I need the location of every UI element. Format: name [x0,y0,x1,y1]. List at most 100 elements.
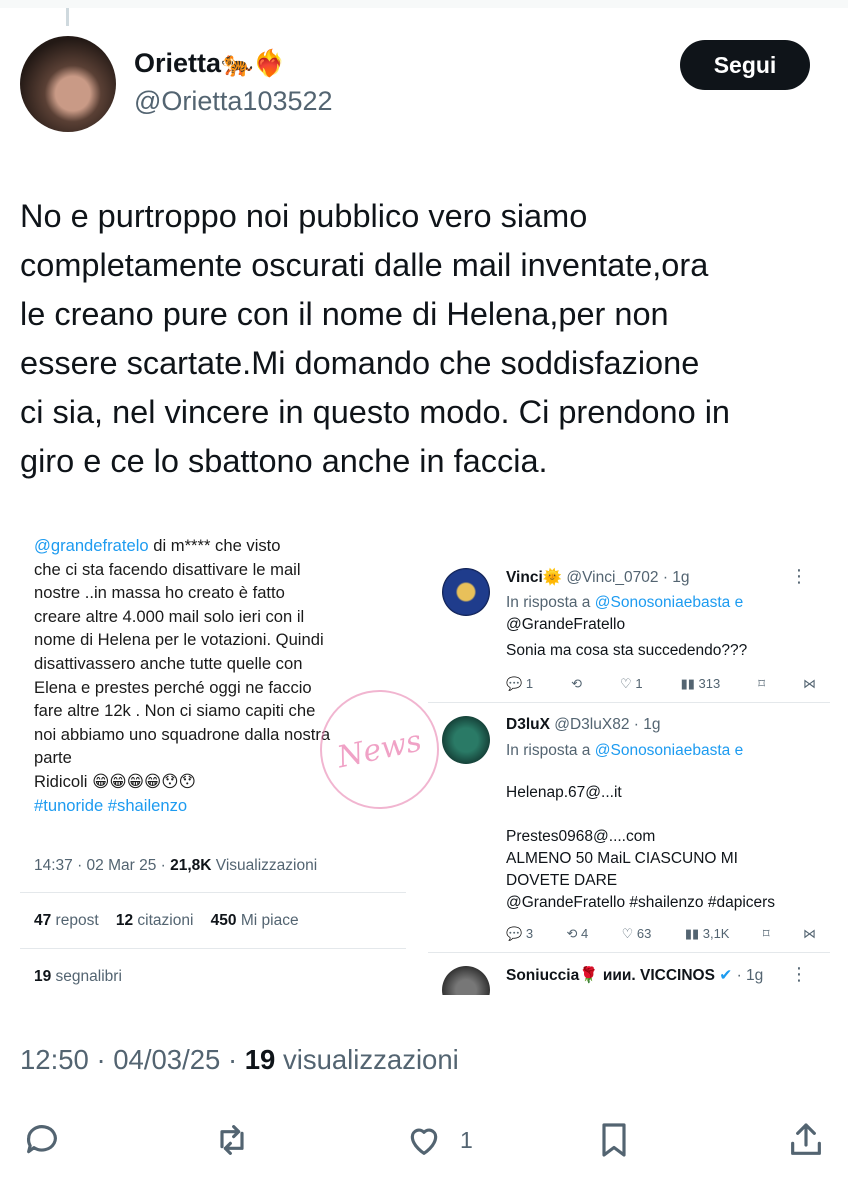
embedded-text-line: che ci sta facendo disattivare le mail [34,559,301,579]
more-icon: ⋮ [790,566,808,586]
like-icon [410,1128,438,1155]
reply-text: Sonia ma cosa sta succedendo??? [506,642,748,659]
embedded-views-label: Visualizzazioni [211,857,318,874]
repost-icon [220,1125,244,1155]
reply-icon [26,1125,57,1154]
reply-handle: · 1g [732,967,764,984]
timestamp-text: 12:50 · 04/03/25 · [20,1044,245,1075]
likes-count: 450 [210,912,237,929]
quotes-label: citazioni [133,912,194,929]
share-icon: ⋈ [803,926,816,941]
embedded-text-line: nome di Helena per le votazioni. Quindi [34,630,324,650]
author-handle[interactable]: @Orietta103522 [134,86,333,117]
tweet-line: No e purtroppo noi pubblico vero siamo [20,198,588,234]
embedded-left-meta: 14:37 · 02 Mar 25 · 21,8K Visualizzazion… [34,857,317,875]
top-strip [0,0,848,8]
follow-button[interactable]: Segui [680,40,810,90]
reply-context-mentions: @Sonosoniaebasta e [594,594,744,611]
views-count: 313 [698,676,721,691]
reply-text: DOVETE DARE [506,872,618,889]
embedded-text-line: Elena e prestes perché oggi ne faccio [34,677,312,697]
repost-button[interactable] [212,1110,252,1170]
views-count: 3,1K [702,926,730,941]
embedded-image[interactable]: @grandefratelo di m**** che visto che ci… [20,520,830,1010]
bookmark-icon: ⌑ [762,926,770,941]
reply-context: In risposta a @Sonosoniaebasta e [506,740,743,762]
reply-author-name: Soniuccia🌹 ᴎᴎᴎ. VICCINOS [506,967,715,984]
reply-author-name: D3luX [506,716,550,733]
share-icon [791,1123,821,1155]
reply-context-prefix: In risposta a [506,742,595,759]
like-button[interactable]: 1 [404,1110,473,1170]
share-icon: ⋈ [803,676,816,691]
reply-icon: 💬 3 [506,926,534,941]
author-avatar[interactable] [20,36,116,132]
views-icon: ▮▮ 313 [680,676,721,691]
verified-icon: ✔ [719,967,733,984]
divider [428,702,830,703]
like-icon: ♡ 63 [621,926,652,941]
reply-text: Helenap.67@...it [506,784,622,801]
tweet-line: essere scartate.Mi domando che soddisfaz… [20,345,700,381]
author-name-emoji: 🐅❤️‍🔥 [221,48,286,78]
embedded-text-line: creare altre 4.000 mail solo ieri con il [34,606,305,626]
embedded-mention: @grandefratelo [34,536,149,555]
tweet-line: ci sia, nel vincere in questo modo. Ci p… [20,394,730,430]
more-icon: ⋮ [790,964,808,984]
reply-author: D3luX @D3luX82 · 1g [506,716,660,734]
reply-button[interactable] [22,1110,62,1170]
watermark-text: News [334,723,425,776]
like-count: 1 [460,1126,473,1153]
author-name-text: Orietta [134,48,222,78]
embedded-text-line: nostre ..in massa ho creato è fatto [34,583,285,603]
reply-hashtags: @GrandeFratello #shailenzo #dapicers [506,894,776,911]
reply-author-name: Vinci🌞 [506,569,563,586]
reply-handle: @Vinci_0702 · 1g [562,569,690,586]
divider [20,948,406,949]
tweet-line: giro e ce lo sbattono anche in faccia. [20,443,548,479]
like-count: 63 [636,926,652,941]
embedded-left-stats: 47 repost 12 citazioni 450 Mi piace [34,912,299,930]
reply-author: Soniuccia🌹 ᴎᴎᴎ. VICCINOS ✔ · 1g [506,966,763,985]
reply-context-mentions: @Sonosoniaebasta e [594,742,744,759]
reposts-label: repost [51,912,99,929]
embedded-replies-right: Vinci🌞 @Vinci_0702 · 1g ⋮ In risposta a … [428,520,830,995]
reply-count: 3 [525,926,534,941]
reply-context-mentions: @GrandeFratello [506,616,626,633]
reply-context: In risposta a @Sonosoniaebasta e [506,592,743,614]
tweet-text: No e purtroppo noi pubblico vero siamo c… [20,192,830,486]
thread-connector [66,8,69,26]
reply-avatar [442,568,490,616]
quotes-count: 12 [115,912,134,929]
bookmark-button[interactable] [594,1110,634,1170]
author-name[interactable]: Orietta🐅❤️‍🔥 [134,48,286,79]
reposts-count: 47 [34,912,52,929]
repost-count: 4 [580,926,589,941]
bookmarks-count: 19 [34,968,52,985]
repost-icon: ⟲ 4 [566,926,589,941]
embedded-views-count: 21,8K [170,857,212,874]
reply-count: 1 [525,676,534,691]
like-icon: ♡ 1 [620,676,643,691]
bookmarks-label: segnalibri [51,968,122,985]
action-bar: 1 [0,1110,848,1170]
views-count: 19 [244,1044,276,1075]
reply-handle: @D3luX82 · 1g [549,716,661,733]
likes-label: Mi piace [236,912,299,929]
reply-actions: 💬 3 ⟲ 4 ♡ 63 ▮▮ 3,1K ⌑ ⋈ [506,926,816,942]
divider [428,952,830,953]
reply-avatar [442,716,490,764]
divider [20,892,406,893]
reply-avatar [442,966,490,995]
reply-icon: 💬 1 [506,676,534,691]
tweet-line: le creano pure con il nome di Helena,per… [20,296,669,332]
embedded-text-line: disattivassero anche tutte quelle con [34,653,303,673]
repost-icon: ⟲ [571,676,582,691]
reply-actions: 💬 1 ⟲ ♡ 1 ▮▮ 313 ⌑ ⋈ [506,676,816,692]
share-button[interactable] [786,1110,826,1170]
reply-context-prefix: In risposta a [506,594,595,611]
embedded-time: 14:37 · 02 Mar 25 · [34,857,171,874]
embedded-left-bookmarks: 19 segnalibri [34,968,122,986]
like-count: 1 [635,676,643,691]
views-label: visualizzazioni [275,1044,459,1075]
